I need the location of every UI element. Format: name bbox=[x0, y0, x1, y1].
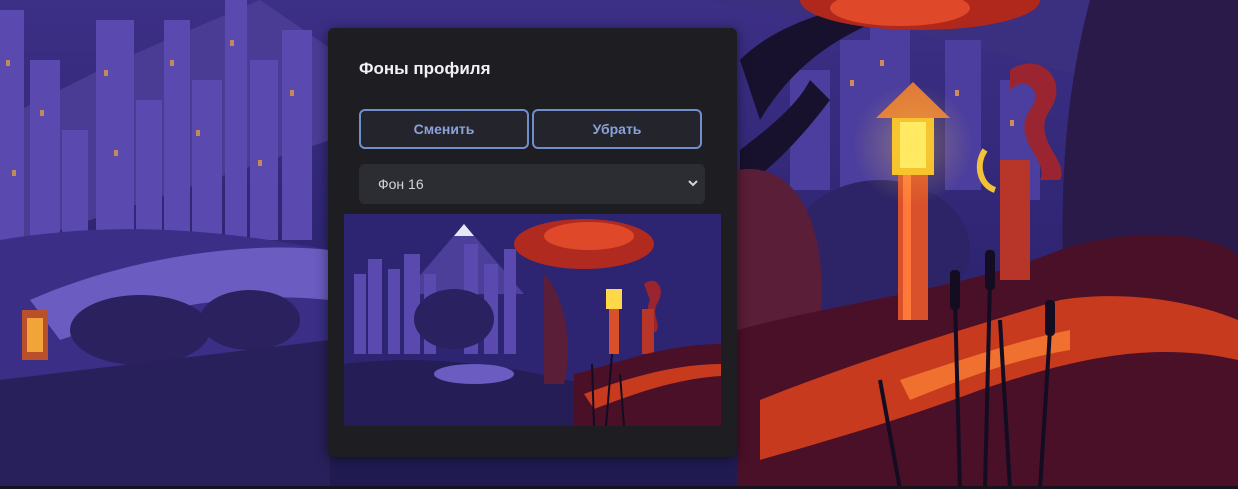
remove-background-button[interactable]: Убрать bbox=[532, 109, 702, 149]
change-background-button[interactable]: Сменить bbox=[359, 109, 529, 149]
chevron-down-icon bbox=[688, 180, 698, 187]
background-select[interactable]: Фон 16 bbox=[359, 164, 705, 204]
background-select-value: Фон 16 bbox=[378, 176, 424, 192]
dialog-title: Фоны профиля bbox=[359, 59, 491, 78]
background-preview-image bbox=[344, 214, 721, 426]
profile-backgrounds-dialog: Фоны профиля Сменить Убрать Фон 16 bbox=[328, 28, 737, 457]
